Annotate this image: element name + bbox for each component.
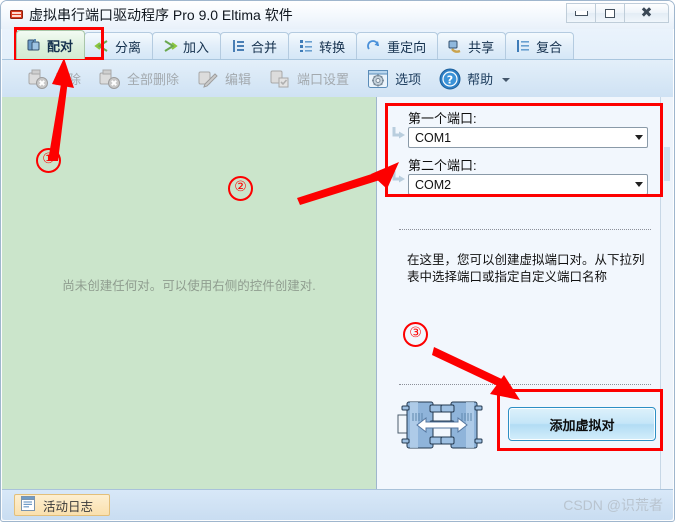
log-document-icon xyxy=(21,496,35,514)
pane-description: 在这里，您可以创建虚拟端口对。从下拉列表中选择端口或指定自定义端口名称 xyxy=(407,253,645,284)
ribbon-tabstrip: 配对 分离 加入 合并 转换 重定向 共享 复合 xyxy=(2,29,673,59)
convert-icon xyxy=(298,38,314,54)
window-title: 虚拟串行端口驱动程序 Pro 9.0 Eltima 软件 xyxy=(29,7,293,23)
create-pair-pane: 第一个端口: COM1 第二个端口: COM2 在这里，您可以创建虚拟端口对。从… xyxy=(377,97,673,491)
chevron-down-icon[interactable] xyxy=(630,175,647,194)
first-port-label: 第一个端口: xyxy=(408,111,477,126)
second-port-value: COM2 xyxy=(415,177,452,192)
svg-text:?: ? xyxy=(447,73,453,86)
delete-all-ports-label: 全部删除 xyxy=(127,72,180,87)
empty-pairs-message: 尚未创建任何对。可以使用右侧的控件创建对. xyxy=(62,279,316,293)
second-port-arrow-icon xyxy=(391,169,407,191)
first-port-select[interactable]: COM1 xyxy=(408,127,648,148)
tab-join-label: 加入 xyxy=(183,39,210,55)
divider xyxy=(399,229,651,230)
second-port-label: 第二个端口: xyxy=(408,158,477,173)
help-question-icon: ? xyxy=(439,68,461,90)
options-button[interactable]: 选项 xyxy=(358,63,430,95)
edit-port-label: 编辑 xyxy=(225,72,252,87)
split-icon xyxy=(94,38,110,54)
maximize-button[interactable] xyxy=(595,3,624,23)
tab-convert-label: 转换 xyxy=(319,39,346,55)
chevron-down-icon[interactable] xyxy=(630,128,647,147)
tab-pair[interactable]: 配对 xyxy=(16,30,86,59)
edit-port-button[interactable]: 编辑 xyxy=(188,63,260,95)
tab-split[interactable]: 分离 xyxy=(84,32,154,59)
scroll-thumb[interactable] xyxy=(664,147,670,181)
tab-join[interactable]: 加入 xyxy=(152,32,222,59)
tab-share-label: 共享 xyxy=(468,39,495,55)
second-port-select[interactable]: COM2 xyxy=(408,174,648,195)
delete-all-ports-icon xyxy=(99,68,121,90)
delete-port-button[interactable]: 删除 xyxy=(18,63,90,95)
serial-pair-connector-icon xyxy=(397,399,487,451)
tab-redirect-label: 重定向 xyxy=(387,39,427,55)
merge-icon xyxy=(230,38,246,54)
tab-redirect[interactable]: 重定向 xyxy=(356,32,439,59)
redirect-icon xyxy=(366,38,382,54)
ribbon: 配对 分离 加入 合并 转换 重定向 共享 复合 删除 全部删除 编辑 端口设置… xyxy=(2,29,673,97)
tab-merge[interactable]: 合并 xyxy=(220,32,290,59)
tab-split-label: 分离 xyxy=(115,39,142,55)
bundle-icon xyxy=(515,38,531,54)
join-icon xyxy=(162,38,178,54)
options-label: 选项 xyxy=(395,72,422,87)
help-label: 帮助 xyxy=(467,72,494,87)
divider xyxy=(399,384,651,385)
application-window: 虚拟串行端口驱动程序 Pro 9.0 Eltima 软件 ✖ 配对 分离 加入 … xyxy=(0,0,675,522)
window-controls: ✖ xyxy=(566,3,669,23)
delete-port-label: 删除 xyxy=(55,72,82,87)
activity-log-label: 活动日志 xyxy=(43,499,94,514)
chevron-down-icon[interactable] xyxy=(502,78,511,82)
tab-pair-label: 配对 xyxy=(47,38,74,54)
watermark: CSDN @识荒者 xyxy=(563,497,663,513)
tab-share[interactable]: 共享 xyxy=(437,32,507,59)
delete-all-ports-button[interactable]: 全部删除 xyxy=(90,63,188,95)
port-settings-icon xyxy=(269,68,291,90)
tab-convert[interactable]: 转换 xyxy=(288,32,358,59)
close-button[interactable]: ✖ xyxy=(624,3,669,23)
right-scroll-gutter[interactable] xyxy=(660,97,673,491)
add-virtual-pair-label: 添加虚拟对 xyxy=(549,417,615,433)
serial-port-icon xyxy=(10,8,23,21)
port-settings-label: 端口设置 xyxy=(297,72,350,87)
edit-port-icon xyxy=(197,68,219,90)
tab-bundle[interactable]: 复合 xyxy=(505,32,575,59)
pairs-list-pane[interactable]: 尚未创建任何对。可以使用右侧的控件创建对. xyxy=(2,97,377,491)
minimize-button[interactable] xyxy=(566,3,595,23)
status-bar: 活动日志 CSDN @识荒者 xyxy=(2,489,673,520)
add-virtual-pair-button[interactable]: 添加虚拟对 xyxy=(508,407,656,441)
pair-icon xyxy=(26,37,42,53)
maximize-icon xyxy=(605,8,615,18)
title-bar[interactable]: 虚拟串行端口驱动程序 Pro 9.0 Eltima 软件 ✖ xyxy=(1,1,674,29)
gear-icon xyxy=(367,68,389,90)
close-icon: ✖ xyxy=(640,5,653,21)
minimize-icon xyxy=(574,10,588,16)
ribbon-toolbar: 删除 全部删除 编辑 端口设置 选项 ? 帮助 xyxy=(2,59,673,97)
first-port-value: COM1 xyxy=(415,130,452,145)
tab-merge-label: 合并 xyxy=(251,39,278,55)
window-frame: 虚拟串行端口驱动程序 Pro 9.0 Eltima 软件 ✖ 配对 分离 加入 … xyxy=(0,0,675,522)
port-settings-button[interactable]: 端口设置 xyxy=(260,63,358,95)
activity-log-button[interactable]: 活动日志 xyxy=(14,494,111,516)
tab-bundle-label: 复合 xyxy=(536,39,563,55)
first-port-arrow-icon xyxy=(391,125,407,147)
main-content: 尚未创建任何对。可以使用右侧的控件创建对. 第一个端口: COM1 第二个端口:… xyxy=(2,97,673,491)
delete-port-icon xyxy=(27,68,49,90)
help-button[interactable]: ? 帮助 xyxy=(430,63,519,95)
share-icon xyxy=(447,38,463,54)
